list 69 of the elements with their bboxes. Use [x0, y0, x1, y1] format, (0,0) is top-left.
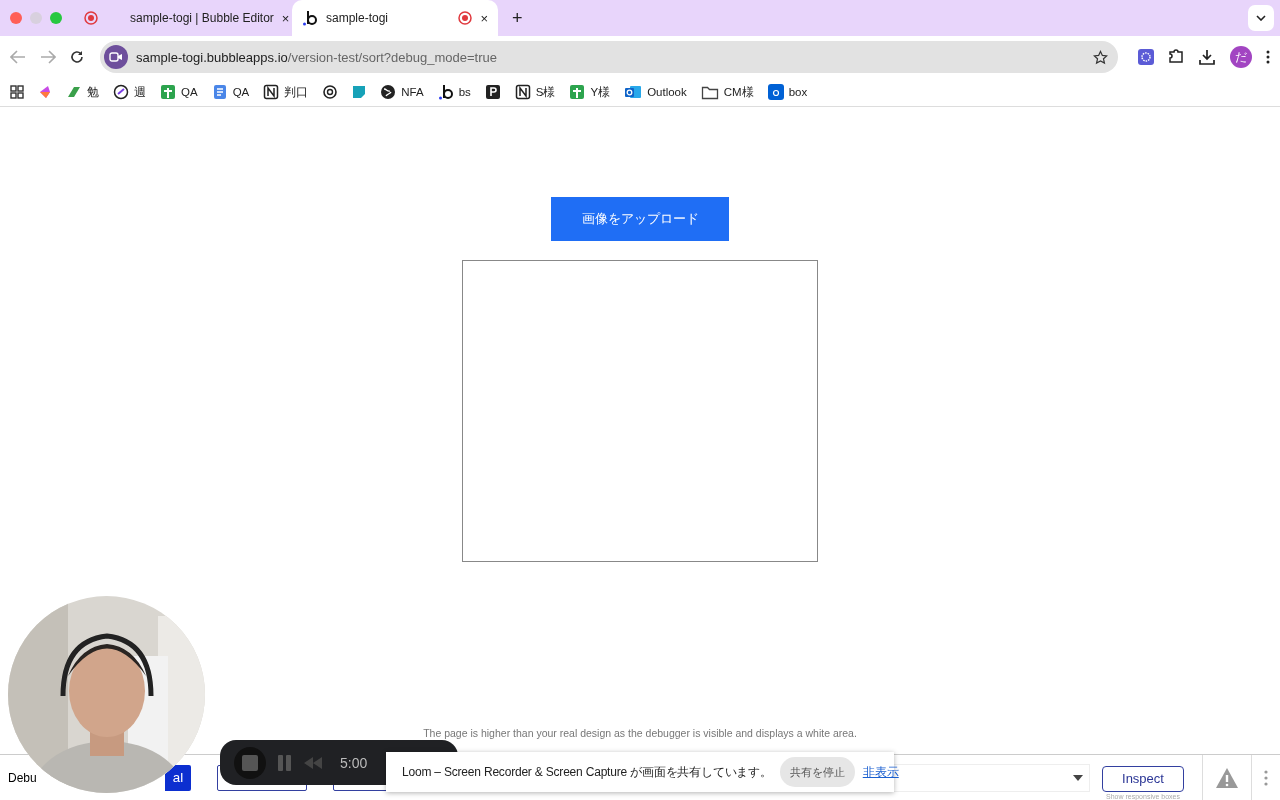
- bookmark[interactable]: bs: [437, 84, 471, 100]
- browser-tab[interactable]: sample-togi | Bubble Editor ×: [112, 0, 292, 36]
- upload-button[interactable]: 画像をアップロード: [551, 197, 729, 241]
- maximize-window-icon[interactable]: [50, 12, 62, 24]
- bookmark[interactable]: QA: [211, 84, 250, 100]
- bookmark[interactable]: Outlook: [624, 84, 687, 100]
- stop-sharing-button[interactable]: 共有を停止: [779, 757, 855, 787]
- colorful-logo-icon: [38, 85, 52, 99]
- close-tab-icon[interactable]: ×: [281, 10, 290, 26]
- notion-icon: [263, 84, 280, 100]
- circle-logo-icon: [113, 84, 129, 100]
- bookmark[interactable]: S様: [514, 84, 556, 100]
- chevron-down-icon: [1256, 15, 1266, 21]
- recording-timer: 5:00: [340, 754, 368, 771]
- new-tab-icon[interactable]: +: [512, 0, 523, 36]
- debugger-notice: The page is higher than your real design as the debugger is visible and displays a white area.: [423, 727, 857, 739]
- reload-icon[interactable]: [70, 50, 84, 64]
- close-window-icon[interactable]: [10, 12, 22, 24]
- mode-button[interactable]: al: [165, 764, 191, 791]
- close-tab-icon[interactable]: ×: [480, 10, 488, 26]
- extension-icon[interactable]: [1138, 49, 1154, 65]
- apps-grid-icon[interactable]: [10, 85, 24, 99]
- box-logo-icon: [767, 84, 784, 100]
- bubble-logo-icon: [302, 10, 318, 26]
- bookmark[interactable]: Y様: [569, 84, 611, 100]
- download-icon[interactable]: [1198, 49, 1216, 65]
- more-icon[interactable]: [1264, 769, 1268, 786]
- debugger-label: Debu: [8, 770, 38, 785]
- bookmark[interactable]: CM様: [700, 84, 754, 100]
- menu-icon[interactable]: [1266, 50, 1270, 64]
- hide-link[interactable]: 非表示: [862, 764, 899, 780]
- p-logo-icon: [484, 84, 501, 100]
- rewind-icon[interactable]: [304, 756, 322, 769]
- bookmark[interactable]: 判口: [263, 84, 309, 100]
- sheet-icon: [160, 84, 176, 100]
- notion-icon: [514, 84, 531, 100]
- bookmark[interactable]: box: [767, 84, 808, 100]
- globe-icon: [380, 84, 397, 100]
- bubble-logo-icon: [437, 84, 454, 100]
- back-icon[interactable]: [10, 50, 26, 64]
- camera-icon: [104, 45, 128, 69]
- profile-avatar[interactable]: だ: [1230, 46, 1252, 68]
- flag-icon: [352, 85, 367, 99]
- stop-icon: [242, 754, 258, 771]
- forward-icon[interactable]: [40, 50, 56, 64]
- caret-icon: [1073, 774, 1083, 781]
- star-icon[interactable]: [1093, 49, 1108, 65]
- bookmark[interactable]: 週: [113, 84, 146, 100]
- bookmark[interactable]: [484, 84, 501, 100]
- bookmark[interactable]: 勉: [66, 84, 99, 100]
- bookmark[interactable]: QA: [160, 84, 198, 100]
- warning-icon[interactable]: [1215, 766, 1239, 789]
- address-bar[interactable]: sample-togi.bubbleapps.io/version-test/sort?debug_mode=true: [100, 41, 1118, 73]
- doc-icon: [211, 84, 228, 100]
- sheet-icon: [569, 84, 586, 100]
- folder-icon: [700, 84, 719, 100]
- puzzle-icon[interactable]: [1168, 49, 1184, 65]
- tab-search-button[interactable]: [1248, 5, 1274, 31]
- flower-icon: [322, 84, 339, 100]
- bookmark[interactable]: NFA: [380, 84, 424, 100]
- outlook-icon: [624, 84, 643, 100]
- pause-icon[interactable]: [278, 754, 292, 771]
- bookmark[interactable]: [322, 84, 339, 100]
- inspect-button[interactable]: Inspect: [1102, 765, 1184, 792]
- recording-icon: [84, 11, 98, 25]
- stop-button[interactable]: [234, 746, 266, 779]
- share-message: Loom – Screen Recorder & Screen Capture が画面を共有しています。: [402, 763, 772, 781]
- bolt-icon: [66, 85, 82, 99]
- browser-tab[interactable]: sample-togi ×: [292, 0, 498, 36]
